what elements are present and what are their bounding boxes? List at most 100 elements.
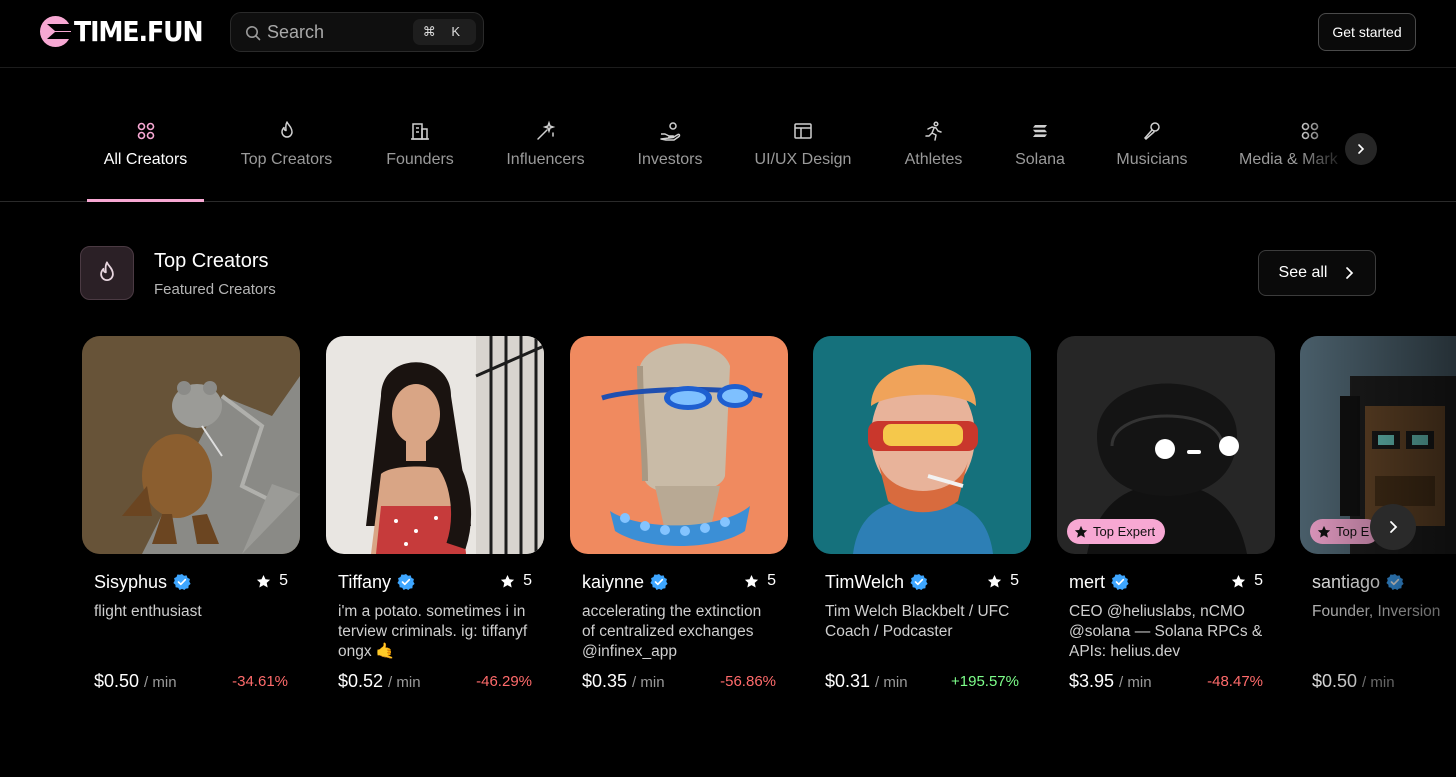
verified-badge-icon [1386, 574, 1404, 590]
verified-badge-icon [650, 574, 668, 590]
creator-price: $0.31 [825, 671, 871, 691]
top-header: TIME.FUN ⌘ K Get started [0, 0, 1456, 68]
chevron-right-icon [1358, 144, 1365, 154]
verified-badge-icon [397, 574, 415, 590]
creator-price: $0.50 [94, 671, 140, 691]
logo[interactable]: TIME.FUN [40, 15, 217, 48]
creator-rating: 5 [256, 572, 288, 590]
search-icon [246, 26, 261, 41]
price-change: -46.29% [476, 673, 532, 690]
tab-label: Top Creators [240, 151, 333, 168]
creator-rating: 5 [1231, 572, 1263, 590]
tab-label: Founders [386, 151, 454, 168]
tab-ui-ux-design[interactable]: UI/UX Design [748, 69, 858, 201]
tab-athletes[interactable]: Athletes [896, 69, 971, 201]
creator-avatar: Top Expert [1057, 336, 1275, 554]
top-expert-badge: Top E [1310, 519, 1380, 544]
creator-avatar [813, 336, 1031, 554]
creator-price: $0.52 [338, 671, 384, 691]
rating-value: 5 [1254, 572, 1263, 589]
logo-text: TIME.FUN [74, 15, 204, 48]
tab-top-creators[interactable]: Top Creators [231, 69, 342, 201]
price-unit: / min [632, 674, 665, 691]
tab-musicians[interactable]: Musicians [1110, 69, 1194, 201]
rating-value: 5 [523, 572, 532, 589]
logo-hourglass-icon [40, 16, 80, 47]
search-shortcut-hint: ⌘ K [412, 19, 476, 45]
price-unit: / min [1362, 674, 1395, 691]
creator-bio: i'm a potato. sometimes i in terview cri… [338, 603, 528, 660]
apps-icon [137, 122, 154, 140]
creator-rating: 5 [500, 572, 532, 590]
creator-name: Sisyphus [94, 571, 168, 592]
star-icon [500, 574, 515, 587]
verified-badge-icon [910, 574, 928, 590]
creator-price: $0.35 [582, 671, 628, 691]
creator-name: TimWelch [825, 571, 905, 592]
tab-label: Influencers [506, 151, 585, 168]
creator-card[interactable]: Tiffany 5 i'm a potato. sometimes i in t… [326, 336, 544, 691]
tab-solana[interactable]: Solana [1008, 69, 1072, 201]
price-change: +195.57% [951, 673, 1019, 690]
flame-icon [100, 261, 114, 281]
creator-name: kaiynne [582, 571, 645, 592]
creator-card[interactable]: kaiynne 5 accelerating the extinction of… [570, 336, 788, 691]
creator-price: $3.95 [1069, 671, 1115, 691]
creator-bio: flight enthusiast [94, 603, 202, 620]
layout-icon [794, 123, 812, 139]
price-unit: / min [388, 674, 421, 691]
creator-bio: Founder, Inversion [1312, 603, 1441, 620]
badge-label: Top Expert [1093, 524, 1156, 539]
price-unit: / min [144, 674, 177, 691]
microphone-icon [1143, 122, 1160, 141]
tab-founders[interactable]: Founders [378, 69, 462, 201]
verified-badge-icon [1111, 574, 1129, 590]
creator-rating: 5 [987, 572, 1019, 590]
rating-value: 5 [767, 572, 776, 589]
search-box[interactable]: ⌘ K [230, 12, 484, 52]
creator-card[interactable]: TimWelch 5 Tim Welch Blackbelt / UFC Coa… [813, 336, 1031, 691]
building-icon [411, 123, 429, 140]
rating-value: 5 [1010, 572, 1019, 589]
creator-name: Tiffany [338, 571, 392, 592]
creator-name: santiago [1312, 571, 1381, 592]
sparkle-wand-icon [536, 120, 555, 140]
section-title: Top Creators [154, 250, 269, 272]
creator-bio: accelerating the extinction of centraliz… [582, 603, 762, 660]
top-expert-badge: Top Expert [1067, 519, 1166, 544]
chevron-right-icon [1390, 521, 1398, 533]
tab-investors[interactable]: Investors [630, 69, 710, 201]
get-started-button[interactable]: Get started [1318, 13, 1416, 51]
price-unit: / min [875, 674, 908, 691]
tab-label: Investors [637, 151, 703, 168]
creator-bio: CEO @heliuslabs, nCMO @solana — Solana R… [1069, 603, 1263, 660]
chevron-right-icon [1346, 267, 1354, 279]
solana-icon [1033, 125, 1047, 137]
carousel-next-button[interactable] [1370, 504, 1416, 550]
creator-avatar [82, 336, 300, 554]
runner-icon [924, 121, 942, 141]
price-change: -34.61% [232, 673, 288, 690]
star-icon [1317, 525, 1331, 538]
category-tabs: All Creators Top Creators Founders Influ… [0, 69, 1456, 202]
creator-name: mert [1069, 571, 1105, 592]
price-unit: / min [1119, 674, 1152, 691]
see-all-button[interactable]: See all [1258, 250, 1376, 296]
tabs-next-button[interactable] [1345, 133, 1377, 165]
badge-label: Top E [1336, 524, 1370, 539]
creator-card[interactable]: Sisyphus 5 flight enthusiast $0.50 / min… [82, 336, 300, 691]
section-subtitle: Featured Creators [154, 281, 276, 298]
creator-avatar [326, 336, 544, 554]
creator-bio: Tim Welch Blackbelt / UFC Coach / Podcas… [825, 603, 1010, 640]
see-all-label: See all [1278, 264, 1328, 281]
creator-card[interactable]: Top Expert mert 5 CEO @heliuslabs, nCMO … [1057, 336, 1275, 691]
tab-label: All Creators [103, 151, 188, 168]
tab-influencers[interactable]: Influencers [497, 69, 594, 201]
creator-avatar [570, 336, 788, 554]
section-icon [80, 246, 134, 300]
flame-icon [280, 121, 293, 138]
tab-all-creators[interactable]: All Creators [87, 69, 204, 202]
star-icon [744, 574, 759, 587]
tab-label: Musicians [1116, 151, 1188, 168]
star-icon [1074, 525, 1088, 538]
